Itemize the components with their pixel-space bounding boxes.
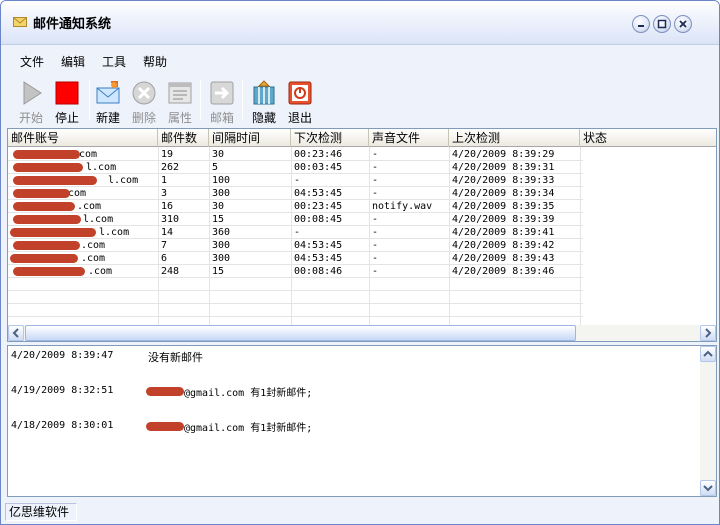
scroll-up-button[interactable]: [700, 346, 716, 362]
column-header-last-check[interactable]: 上次检测: [449, 129, 580, 147]
grid-line: [8, 303, 583, 304]
log-panel[interactable]: 4/20/2009 8:39:47 没有新邮件 4/19/2009 8:32:5…: [7, 345, 717, 497]
start-button[interactable]: 开始: [13, 78, 49, 125]
column-header-sound[interactable]: 声音文件: [369, 129, 449, 147]
column-header-count[interactable]: 邮件数: [158, 129, 209, 147]
redaction: [146, 422, 184, 431]
grid-line: [8, 316, 583, 317]
redaction: [13, 163, 83, 172]
mailbox-button[interactable]: 邮箱: [204, 78, 240, 125]
table-header: 邮件账号 邮件数 间隔时间 下次检测 声音文件 上次检测 状态: [8, 129, 716, 147]
column-header-next-check[interactable]: 下次检测: [291, 129, 369, 147]
redaction: [146, 387, 184, 396]
delete-icon: [132, 81, 156, 105]
mailbox-arrow-icon: [210, 81, 234, 105]
chevron-left-icon: [12, 328, 19, 338]
log-message: 没有新邮件: [148, 351, 203, 364]
properties-button[interactable]: 属性: [162, 78, 198, 125]
stop-label: 停止: [54, 111, 79, 125]
chevron-right-icon: [705, 328, 712, 338]
column-header-account[interactable]: 邮件账号: [8, 129, 158, 147]
redaction: [13, 176, 97, 185]
toolbar: 开始 停止 新建 删除 属性 邮箱 隐藏 退出: [1, 74, 719, 126]
minimize-icon: [638, 25, 644, 27]
scroll-down-button[interactable]: [700, 480, 716, 496]
horizontal-scrollbar[interactable]: [8, 325, 716, 341]
menu-help[interactable]: 帮助: [143, 53, 167, 70]
redaction: [13, 241, 80, 250]
title-bar[interactable]: 邮件通知系统: [1, 1, 719, 45]
delete-button[interactable]: 删除: [126, 78, 162, 125]
log-message: @gmail.com 有1封新邮件;: [184, 423, 313, 434]
grid-line: [8, 290, 583, 291]
new-button[interactable]: 新建: [90, 78, 126, 125]
new-mail-icon: [96, 81, 120, 104]
scroll-thumb[interactable]: [25, 325, 576, 341]
chevron-up-icon: [703, 350, 713, 357]
log-time: 4/18/2009 8:30:01: [11, 420, 114, 431]
redaction: [13, 189, 70, 198]
log-message: @gmail.com 有1封新邮件;: [184, 388, 313, 399]
scroll-right-button[interactable]: [700, 325, 716, 341]
stop-button[interactable]: 停止: [49, 78, 85, 125]
menu-file[interactable]: 文件: [20, 53, 44, 70]
play-icon: [23, 81, 42, 105]
maximize-button[interactable]: [653, 15, 671, 33]
close-icon: [679, 20, 687, 28]
hide-button[interactable]: 隐藏: [246, 78, 282, 125]
column-header-status[interactable]: 状态: [580, 129, 716, 147]
column-header-interval[interactable]: 间隔时间: [209, 129, 291, 147]
mailbox-label: 邮箱: [209, 111, 234, 125]
exit-label: 退出: [287, 111, 312, 125]
properties-icon: [168, 82, 192, 104]
log-time: 4/20/2009 8:39:47: [11, 350, 114, 361]
redaction: [10, 254, 78, 263]
exit-icon: [288, 81, 312, 105]
main-window: 邮件通知系统 文件 编辑 工具 帮助 开始 停止 新建 删除 属性 邮箱 隐藏 …: [0, 0, 720, 525]
chevron-down-icon: [703, 485, 713, 492]
redaction: [13, 202, 75, 211]
properties-label: 属性: [167, 111, 192, 125]
window-title: 邮件通知系统: [33, 17, 112, 32]
maximize-icon: [657, 19, 667, 29]
menu-bar: 文件 编辑 工具 帮助: [1, 46, 719, 74]
redaction: [10, 228, 96, 237]
minimize-button[interactable]: [632, 15, 650, 33]
menu-edit[interactable]: 编辑: [61, 53, 85, 70]
close-button[interactable]: [674, 15, 692, 33]
redaction: [13, 150, 80, 159]
mail-envelope-icon: [13, 17, 27, 27]
status-text: 亿思维软件: [5, 503, 77, 521]
exit-button[interactable]: 退出: [282, 78, 318, 125]
log-time: 4/19/2009 8:32:51: [11, 385, 114, 396]
account-table[interactable]: 邮件账号 邮件数 间隔时间 下次检测 声音文件 上次检测 状态 .com 19 30…: [7, 128, 717, 342]
vertical-scrollbar[interactable]: [700, 346, 716, 496]
redaction: [13, 215, 81, 224]
grid-line: [8, 277, 583, 278]
scroll-left-button[interactable]: [8, 325, 24, 341]
status-bar: 亿思维软件: [1, 501, 719, 524]
redaction: [13, 267, 85, 276]
stop-icon: [55, 81, 79, 105]
menu-tools[interactable]: 工具: [102, 53, 126, 70]
hide-icon: [253, 80, 275, 105]
